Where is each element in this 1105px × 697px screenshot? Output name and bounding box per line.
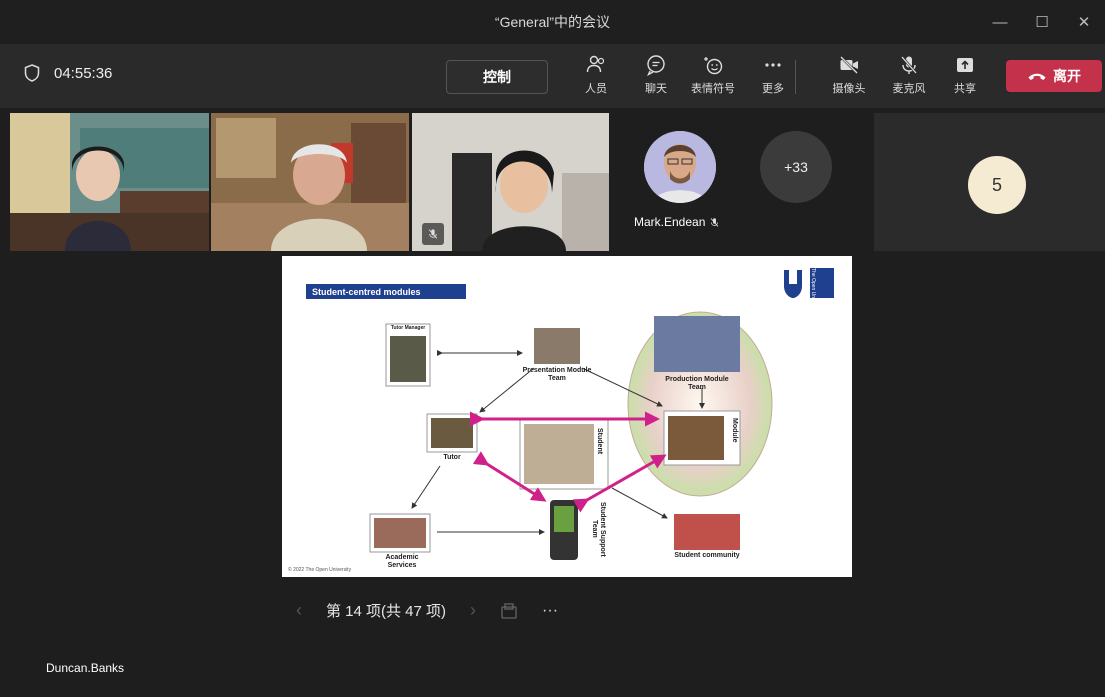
people-icon — [586, 55, 605, 73]
participant-video — [211, 113, 409, 251]
window-controls: — ☐ ✕ — [979, 0, 1105, 44]
video-tile-2-active-speaker[interactable] — [211, 113, 409, 251]
people-button[interactable]: 人员 — [571, 54, 621, 100]
toolbar-divider — [795, 60, 796, 94]
more-options-button[interactable]: ··· — [542, 602, 558, 620]
chat-icon — [647, 55, 665, 76]
more-button[interactable]: 更多 — [748, 54, 798, 100]
reactions-button[interactable]: 表情符号 — [688, 54, 738, 100]
chat-label: 聊天 — [645, 83, 667, 95]
node-tutor-manager: Tutor Manager — [390, 325, 426, 331]
participant-video — [10, 113, 209, 251]
close-button[interactable]: ✕ — [1063, 13, 1105, 31]
mic-off-icon — [428, 229, 438, 239]
avatar-name-text: Mark.Endean — [634, 215, 706, 229]
node-production-team: Production Module Team — [665, 376, 729, 391]
chat-button[interactable]: 聊天 — [631, 54, 681, 100]
reactions-label: 表情符号 — [691, 83, 735, 95]
mic-off-icon — [711, 217, 719, 227]
node-module: Module — [731, 418, 738, 443]
muted-badge — [422, 223, 444, 245]
previous-slide-button[interactable]: ‹ — [296, 600, 302, 621]
meeting-timer: 04:55:36 — [24, 64, 112, 82]
mic-label: 麦克风 — [892, 83, 926, 95]
people-label: 人员 — [585, 83, 607, 95]
slide-pager: ‹ 第 14 项(共 47 项) › ··· — [296, 600, 558, 621]
raised-hands-panel: 5 — [874, 113, 1105, 251]
node-academic-services: Academic Services — [385, 554, 419, 569]
slide-position: 第 14 项(共 47 项) — [326, 603, 447, 620]
share-icon — [957, 58, 973, 72]
minimize-button[interactable]: — — [979, 14, 1021, 31]
share-button[interactable]: 共享 — [940, 54, 990, 100]
diagram — [369, 311, 773, 560]
more-dots-icon — [765, 63, 781, 67]
node-support-team: Student Support Team — [591, 501, 606, 557]
mic-button[interactable]: 麦克风 — [884, 54, 934, 100]
node-tutor: Tutor — [443, 454, 461, 461]
camera-label: 摄像头 — [832, 83, 866, 95]
present-mode-icon[interactable] — [500, 602, 518, 620]
meeting-toolbar: 04:55:36 控制 人员 聊天 表情符号 更多 摄像头 麦克风 共享 离开 — [0, 44, 1105, 108]
more-label: 更多 — [762, 83, 784, 95]
node-student: Student — [596, 428, 603, 455]
window-title-bar: “General”中的会议 — [0, 0, 1105, 44]
slide-copyright: © 2022 The Open University — [288, 567, 352, 573]
participant-avatar-area: Mark.Endean +33 — [612, 113, 872, 251]
maximize-button[interactable]: ☐ — [1021, 13, 1063, 31]
camera-off-icon — [840, 56, 858, 74]
shield-icon — [24, 64, 40, 82]
window-title: “General”中的会议 — [494, 14, 611, 30]
next-slide-button[interactable]: › — [470, 600, 476, 621]
reaction-icon — [704, 57, 723, 75]
control-button[interactable]: 控制 — [446, 60, 548, 94]
share-label: 共享 — [954, 83, 976, 95]
more-participants-button[interactable]: +33 — [760, 131, 832, 203]
avatar[interactable] — [644, 131, 716, 203]
video-tile-1[interactable] — [10, 113, 209, 251]
shared-slide: Student-centred modules The Open Univers… — [282, 256, 852, 577]
hang-up-icon — [1028, 73, 1046, 80]
leave-button[interactable]: 离开 — [1006, 60, 1102, 92]
presenter-name: Duncan.Banks — [46, 661, 125, 675]
participant-name: Mark.Endean — [634, 215, 720, 229]
timer-text: 04:55:36 — [54, 64, 113, 82]
leave-label: 离开 — [1053, 68, 1081, 84]
node-presentation-team: Presentation Module Team — [522, 367, 592, 382]
mic-off-icon — [901, 56, 917, 74]
node-community: Student community — [674, 552, 740, 559]
video-tile-3[interactable] — [412, 113, 609, 251]
participant-photo — [644, 131, 716, 203]
camera-button[interactable]: 摄像头 — [824, 54, 874, 100]
raised-hands-count[interactable]: 5 — [968, 156, 1026, 214]
